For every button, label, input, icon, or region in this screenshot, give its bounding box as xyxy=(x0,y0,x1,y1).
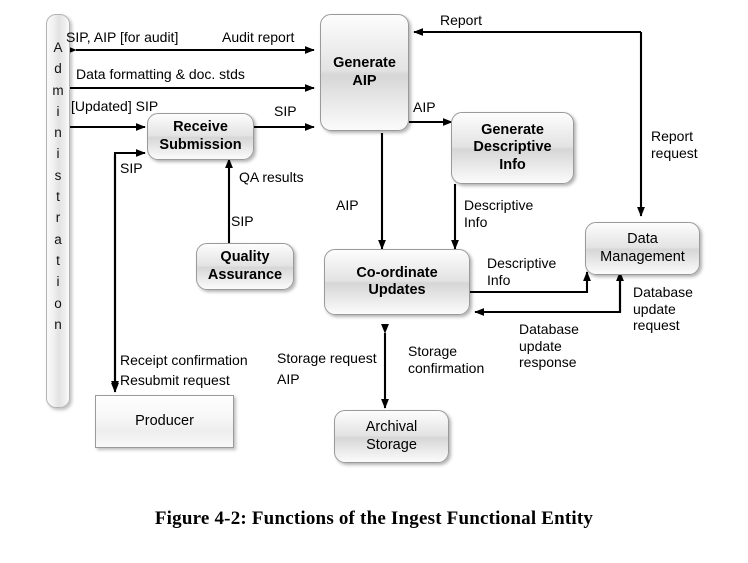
label-data-formatting: Data formatting & doc. stds xyxy=(76,66,245,82)
node-receive-submission[interactable]: Receive Submission xyxy=(147,113,254,160)
figure-caption: Figure 4-2: Functions of the Ingest Func… xyxy=(154,508,594,529)
label-sip-aip-audit: SIP, AIP [for audit] xyxy=(66,29,179,45)
admin-letter: o xyxy=(54,295,62,311)
label-aip-to-coordinate: AIP xyxy=(336,197,359,213)
admin-letter: A xyxy=(53,40,63,55)
label-database-update-request: Database update request xyxy=(633,284,693,334)
label-descriptive-info-down: Descriptive Info xyxy=(464,197,534,230)
label-resubmit-request: Resubmit request xyxy=(120,372,230,388)
admin-letter: s xyxy=(54,167,62,183)
label-sip-from-producer: SIP xyxy=(120,160,143,176)
admin-letter: d xyxy=(54,61,62,77)
label-receipt-confirmation: Receipt confirmation xyxy=(120,352,248,368)
node-archival-storage[interactable]: Archival Storage xyxy=(334,410,449,463)
label-sip-to-generate-aip: SIP xyxy=(274,103,297,119)
label-updated-sip: [Updated] SIP xyxy=(71,98,159,114)
admin-letter: m xyxy=(52,82,64,98)
admin-letter: n xyxy=(54,316,62,332)
figure-canvas: A d m i n i s t r a t i o n Receive Submi… xyxy=(0,0,748,563)
label-database-update-response: Database update response xyxy=(519,321,579,371)
label-descriptive-info-right: Descriptive Info xyxy=(487,255,557,288)
node-generate-aip[interactable]: Generate AIP xyxy=(320,14,409,131)
admin-letter: t xyxy=(56,189,60,205)
node-generate-descriptive-info[interactable]: Generate Descriptive Info xyxy=(451,112,574,184)
label-storage-confirmation: Storage confirmation xyxy=(408,343,485,376)
node-producer[interactable]: Producer xyxy=(95,395,234,448)
admin-letter: i xyxy=(56,146,60,162)
label-storage-request-aip: AIP xyxy=(277,371,300,387)
node-quality-assurance[interactable]: Quality Assurance xyxy=(196,243,294,290)
admin-letter: i xyxy=(56,103,60,119)
admin-letter: i xyxy=(56,274,60,290)
label-report-request: Report request xyxy=(651,128,698,161)
admin-letter: r xyxy=(55,210,61,226)
admin-letter: a xyxy=(54,231,62,247)
node-data-management[interactable]: Data Management xyxy=(585,222,700,275)
label-qa-results: QA results xyxy=(239,169,304,185)
node-coordinate-updates[interactable]: Co-ordinate Updates xyxy=(324,249,470,315)
label-aip-to-descriptive: AIP xyxy=(413,99,436,115)
label-report: Report xyxy=(440,12,483,28)
label-storage-request: Storage request xyxy=(277,350,377,366)
administration-entity: A d m i n i s t r a t i o n xyxy=(46,14,70,408)
admin-letter: n xyxy=(54,125,62,141)
label-audit-report: Audit report xyxy=(222,29,295,45)
label-sip-to-qa: SIP xyxy=(231,213,254,229)
admin-letter: t xyxy=(56,252,60,268)
